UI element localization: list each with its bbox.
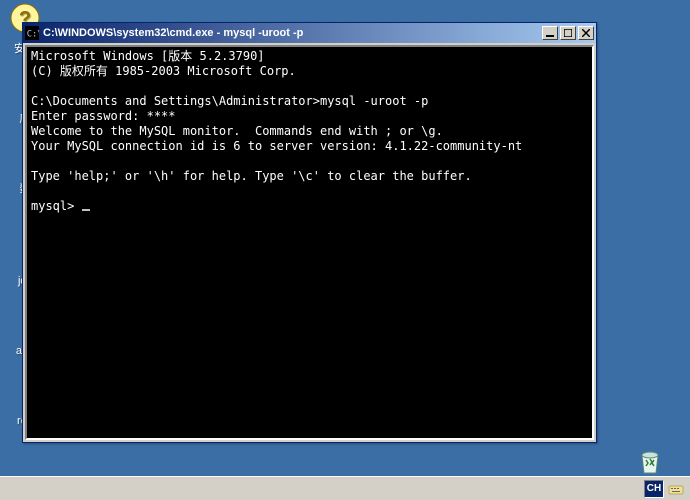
console-line: Your MySQL connection id is 6 to server …: [31, 139, 522, 153]
recycle-bin-icon: [634, 445, 666, 477]
console-line: Type 'help;' or '\h' for help. Type '\c'…: [31, 169, 472, 183]
cmd-window: C:\ C:\WINDOWS\system32\cmd.exe - mysql …: [22, 22, 597, 443]
maximize-icon: [564, 29, 572, 37]
minimize-icon: [546, 29, 554, 37]
titlebar[interactable]: C:\ C:\WINDOWS\system32\cmd.exe - mysql …: [23, 23, 596, 43]
console-prompt: mysql>: [31, 199, 82, 213]
close-button[interactable]: [578, 26, 594, 40]
close-icon: [582, 29, 590, 37]
console-area[interactable]: Microsoft Windows [版本 5.2.3790] (C) 版权所有…: [25, 45, 594, 440]
cursor: [82, 209, 90, 211]
tray-keyboard-icon[interactable]: [668, 481, 684, 497]
console-line: Microsoft Windows [版本 5.2.3790]: [31, 49, 265, 63]
window-title: C:\WINDOWS\system32\cmd.exe - mysql -uro…: [43, 27, 540, 39]
console-line: C:\Documents and Settings\Administrator>…: [31, 94, 428, 108]
taskbar: CH: [0, 476, 690, 500]
svg-text:C:\: C:\: [27, 30, 39, 40]
console-line: Enter password: ****: [31, 109, 176, 123]
language-indicator[interactable]: CH: [644, 480, 664, 498]
cmd-app-icon: C:\: [25, 26, 39, 40]
maximize-button[interactable]: [560, 26, 576, 40]
language-label: CH: [647, 483, 661, 494]
console-line: Welcome to the MySQL monitor. Commands e…: [31, 124, 443, 138]
minimize-button[interactable]: [542, 26, 558, 40]
console-line: (C) 版权所有 1985-2003 Microsoft Corp.: [31, 64, 296, 78]
